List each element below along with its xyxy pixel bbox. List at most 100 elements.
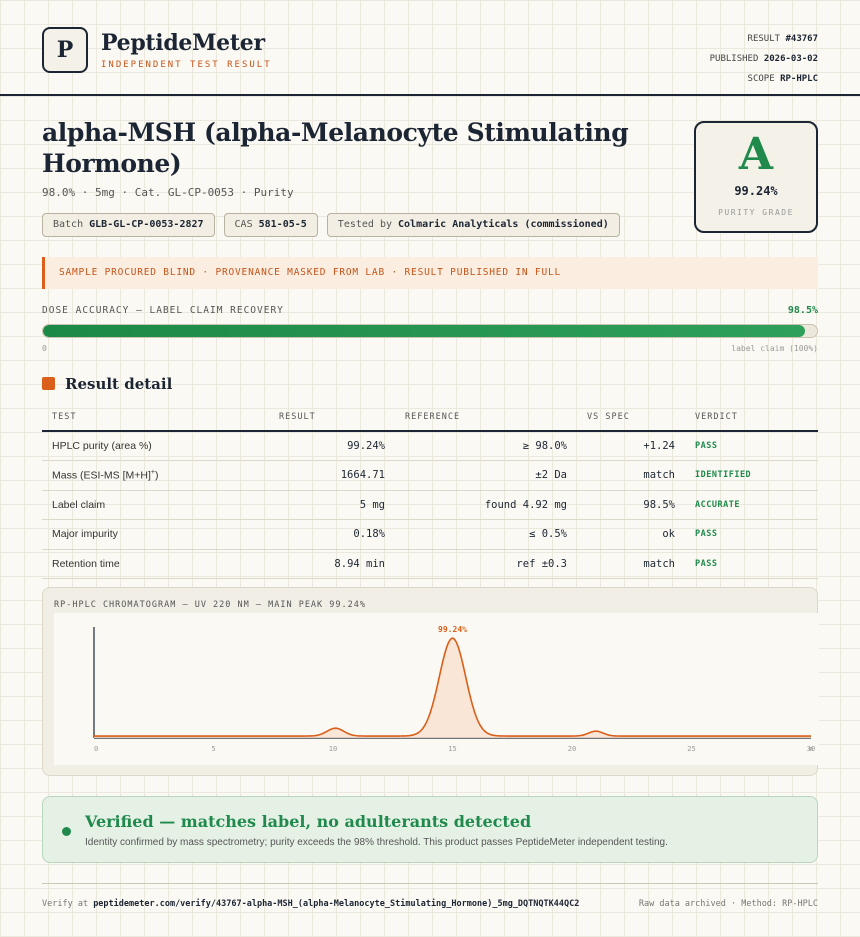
row-verdict: PASS xyxy=(685,431,818,461)
published-line: PUBLISHED 2026-03-02 xyxy=(710,49,818,69)
dose-bar-max: label claim (100%) xyxy=(731,344,818,353)
batch-value: GLB-GL-CP-0053-2827 xyxy=(89,219,204,230)
batch-chip: Batch GLB-GL-CP-0053-2827 xyxy=(42,213,215,237)
result-meta: RESULT #43767 PUBLISHED 2026-03-02 SCOPE… xyxy=(710,29,818,89)
brand-tagline: INDEPENDENT TEST RESULT xyxy=(101,60,272,70)
chromatogram-svg: 0 5 10 15 20 25 30m99.24% xyxy=(93,625,815,753)
header: P PeptideMeter INDEPENDENT TEST RESULT R… xyxy=(0,0,860,96)
row-verdict: PASS xyxy=(685,519,818,550)
chromatogram-card: RP-HPLC CHROMATOGRAM — UV 220 NM — MAIN … xyxy=(42,587,819,776)
product-chips: Batch GLB-GL-CP-0053-2827 CAS 581-05-5 T… xyxy=(42,213,620,237)
grade-value: 99.24% xyxy=(734,184,778,198)
col-result: RESULT xyxy=(269,403,395,432)
x-tick-label: 0 xyxy=(94,745,98,753)
scope-line: SCOPE RP-HPLC xyxy=(710,69,818,89)
footer-verify: Verify at peptidemeter.com/verify/43767-… xyxy=(42,899,579,909)
row-result: 1664.71 xyxy=(269,460,395,491)
verify-label: Verify at xyxy=(42,899,89,909)
product-subline: 98.0% · 5mg · Cat. GL-CP-0053 · Purity xyxy=(42,186,294,199)
product-title: alpha-MSH (alpha-Melanocyte Stimulating … xyxy=(42,118,629,178)
col-vs-spec: VS SPEC xyxy=(577,403,685,432)
table-header-row: TEST RESULT REFERENCE VS SPEC VERDICT xyxy=(42,403,818,432)
x-unit-label: m xyxy=(809,745,813,753)
row-test: Retention time xyxy=(42,549,269,579)
verified-title: Verified — matches label, no adulterants… xyxy=(85,812,532,831)
cas-value: 581-05-5 xyxy=(258,219,307,230)
chromatogram-title: RP-HPLC CHROMATOGRAM — UV 220 NM — MAIN … xyxy=(54,600,366,610)
chromatogram-fill xyxy=(94,638,811,738)
row-test: Mass (ESI-MS [M+H]+) xyxy=(42,460,269,491)
x-tick-label: 15 xyxy=(448,745,456,753)
dose-accuracy-label: DOSE ACCURACY — LABEL CLAIM RECOVERY xyxy=(42,305,284,316)
footer-divider xyxy=(42,883,818,884)
chromatogram-plot: 0 5 10 15 20 25 30 m 99.24% xyxy=(54,613,819,765)
section-marker-icon xyxy=(42,377,55,390)
verify-link[interactable]: peptidemeter.com/verify/43767-alpha-MSH_… xyxy=(93,899,579,909)
x-tick-label: 25 xyxy=(687,745,695,753)
cas-label: CAS xyxy=(234,219,253,230)
table-row: Label claim 5 mg found 4.92 mg 98.5% ACC… xyxy=(42,490,818,520)
x-tick-label: 20 xyxy=(568,745,576,753)
row-vs-spec: 98.5% xyxy=(577,490,685,520)
col-reference: REFERENCE xyxy=(395,403,577,432)
verified-subtitle: Identity confirmed by mass spectrometry;… xyxy=(85,837,668,848)
row-reference: ref ±0.3 xyxy=(395,549,577,579)
col-test: TEST xyxy=(42,403,269,432)
result-id: #43767 xyxy=(785,34,818,44)
result-table: TEST RESULT REFERENCE VS SPEC VERDICT HP… xyxy=(42,403,818,579)
scope-label: SCOPE xyxy=(747,74,775,84)
table-row: Retention time 8.94 min ref ±0.3 match P… xyxy=(42,549,818,579)
logo-letter: P xyxy=(56,37,74,63)
verified-panel: Verified — matches label, no adulterants… xyxy=(42,796,818,863)
row-test: HPLC purity (area %) xyxy=(42,431,269,461)
main-peak-label: 99.24% xyxy=(438,625,467,634)
row-vs-spec: ok xyxy=(577,519,685,550)
row-test-text: Mass (ESI-MS [M+H] xyxy=(52,469,151,482)
dose-accuracy-value: 98.5% xyxy=(787,305,818,316)
published-label: PUBLISHED xyxy=(709,54,759,64)
table-row: HPLC purity (area %) 99.24% ≥ 98.0% +1.2… xyxy=(42,431,818,461)
row-result: 5 mg xyxy=(269,490,395,520)
batch-label: Batch xyxy=(53,219,84,230)
row-test: Label claim xyxy=(42,490,269,520)
table-row: Mass (ESI-MS [M+H]+) 1664.71 ±2 Da match… xyxy=(42,460,818,491)
dose-progress-bar xyxy=(42,324,818,338)
published-date: 2026-03-02 xyxy=(763,54,818,64)
row-result: 8.94 min xyxy=(269,549,395,579)
cas-chip: CAS 581-05-5 xyxy=(223,213,318,237)
brand-name: PeptideMeter xyxy=(101,30,265,56)
tested-by-chip: Tested by Colmaric Analyticals (commissi… xyxy=(326,213,620,237)
row-vs-spec: +1.24 xyxy=(577,431,685,461)
grade-label: PURITY GRADE xyxy=(718,208,794,217)
tested-value: Colmaric Analyticals (commissioned) xyxy=(398,219,609,230)
row-test: Major impurity xyxy=(42,519,269,550)
result-id-label: RESULT xyxy=(747,34,781,44)
row-verdict: IDENTIFIED xyxy=(685,460,818,491)
x-tick-label: 5 xyxy=(211,745,215,753)
blind-procurement-banner: SAMPLE PROCURED BLIND · PROVENANCE MASKE… xyxy=(42,257,818,289)
row-reference: ≥ 98.0% xyxy=(395,431,577,461)
dose-progress-fill xyxy=(43,325,806,337)
col-verdict: VERDICT xyxy=(685,403,818,432)
footer-method: Raw data archived · Method: RP-HPLC xyxy=(638,899,818,909)
brand-logo-icon: P xyxy=(42,27,88,73)
grade-letter: A xyxy=(738,129,774,180)
purity-grade-card: A 99.24% PURITY GRADE xyxy=(694,121,818,233)
row-verdict: PASS xyxy=(685,549,818,579)
verified-dot-icon xyxy=(62,827,71,836)
row-vs-spec: match xyxy=(577,549,685,579)
row-result: 0.18% xyxy=(269,519,395,550)
tested-label: Tested by xyxy=(337,219,392,230)
row-reference: ±2 Da xyxy=(395,460,577,491)
table-row: Major impurity 0.18% ≤ 0.5% ok PASS xyxy=(42,519,818,550)
row-verdict: ACCURATE xyxy=(685,490,818,520)
dose-bar-min: 0 xyxy=(42,344,47,353)
row-reference: found 4.92 mg xyxy=(395,490,577,520)
row-reference: ≤ 0.5% xyxy=(395,519,577,550)
row-result: 99.24% xyxy=(269,431,395,461)
x-tick-label: 10 xyxy=(329,745,337,753)
result-id-line: RESULT #43767 xyxy=(710,29,818,49)
section-title: Result detail xyxy=(65,375,173,393)
row-test-end: ) xyxy=(154,469,159,482)
scope-value: RP-HPLC xyxy=(780,74,818,84)
